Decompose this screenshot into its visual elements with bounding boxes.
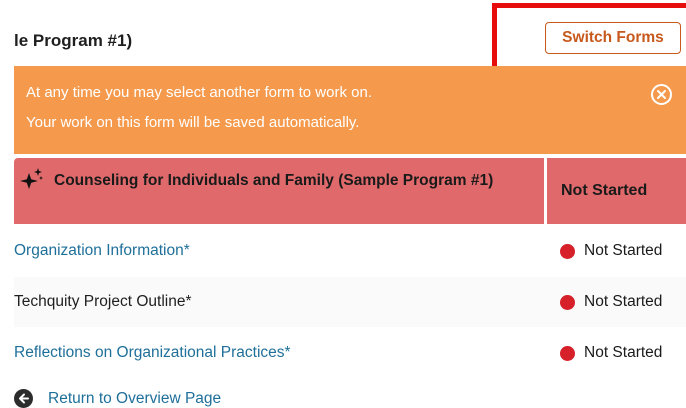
status-dot-icon <box>560 294 575 310</box>
page-title: le Program #1) <box>14 31 133 50</box>
banner-line-1: At any time you may select another form … <box>26 84 372 101</box>
banner-line-2: Your work on this form will be saved aut… <box>26 114 360 131</box>
arrow-left-circle-icon <box>14 389 33 408</box>
status-dot-icon <box>560 345 575 361</box>
form-header-bar: le Program #1) Switch Forms <box>0 0 686 64</box>
status-badge: Not Started <box>544 242 662 260</box>
form-table-header: Counseling for Individuals and Family (S… <box>14 158 686 224</box>
status-text: Not Started <box>584 344 663 361</box>
form-name-header: Counseling for Individuals and Family (S… <box>14 158 544 224</box>
switch-forms-button[interactable]: Switch Forms <box>545 22 681 54</box>
form-name-title: Counseling for Individuals and Family (S… <box>54 172 494 189</box>
table-row: Organization Information* Not Started <box>14 226 686 276</box>
section-link-reflections-on-organizational-practices[interactable]: Reflections on Organizational Practices* <box>14 344 544 362</box>
status-text: Not Started <box>584 293 663 310</box>
status-badge: Not Started <box>544 293 662 311</box>
return-link-label: Return to Overview Page <box>48 389 222 407</box>
status-dot-icon <box>560 243 575 259</box>
return-to-overview-link[interactable]: Return to Overview Page <box>14 389 221 408</box>
sparkle-icon <box>20 168 43 189</box>
section-link-organization-information[interactable]: Organization Information* <box>14 242 544 260</box>
banner-close-icon[interactable] <box>651 84 672 105</box>
form-status-header: Not Started <box>547 158 686 224</box>
status-badge: Not Started <box>544 344 662 362</box>
table-row: Reflections on Organizational Practices*… <box>14 328 686 378</box>
close-icon <box>657 90 666 99</box>
section-label-techquity-project-outline: Techquity Project Outline* <box>14 293 192 310</box>
autosave-notice-banner: At any time you may select another form … <box>14 66 686 154</box>
table-row: Techquity Project Outline* Not Started <box>14 277 686 327</box>
status-text: Not Started <box>584 242 663 259</box>
